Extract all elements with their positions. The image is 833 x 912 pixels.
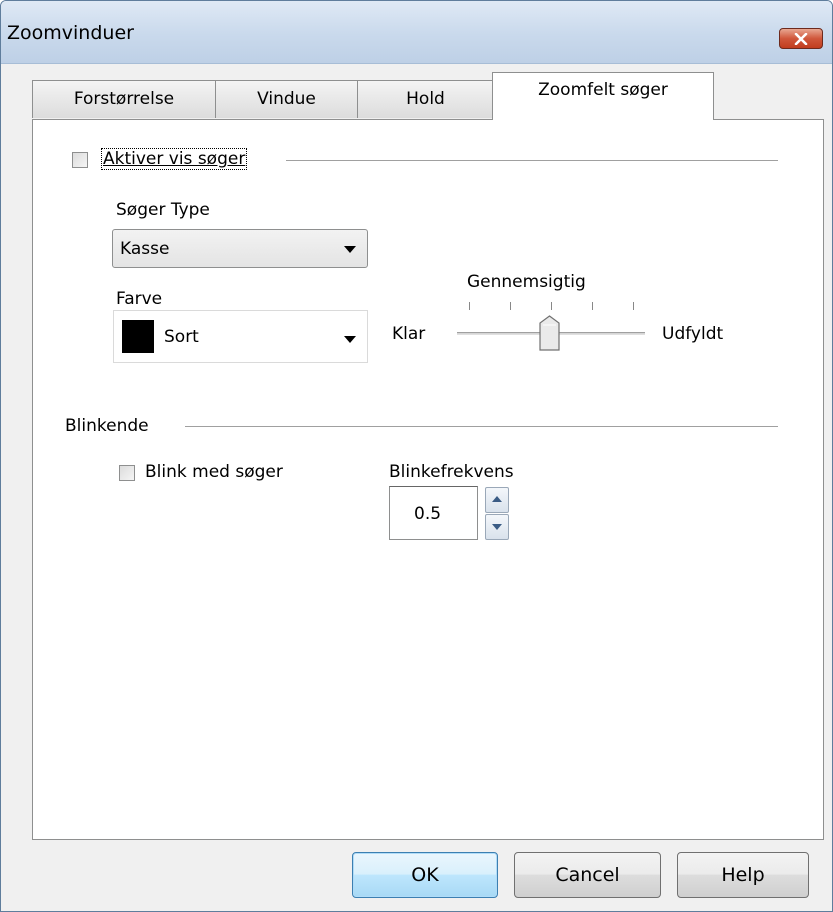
- arrow-up-icon: [492, 496, 502, 502]
- enable-locator-label[interactable]: Aktiver vis søger: [101, 148, 248, 170]
- color-swatch: [122, 320, 154, 353]
- blink-label[interactable]: Blink med søger: [145, 462, 283, 482]
- tab-hold[interactable]: Hold: [357, 80, 494, 118]
- transparency-slider-thumb[interactable]: [539, 315, 560, 351]
- blink-checkbox[interactable]: [119, 465, 135, 481]
- blinking-section-label: Blinkende: [65, 416, 149, 436]
- locator-type-label: Søger Type: [116, 200, 210, 220]
- ok-button[interactable]: OK: [352, 852, 498, 898]
- tab-zoomfelt-soger[interactable]: Zoomfelt søger: [492, 72, 714, 120]
- tab-forstorrelse[interactable]: Forstørrelse: [32, 80, 216, 118]
- slider-tick: [633, 302, 634, 310]
- tab-vindue[interactable]: Vindue: [215, 80, 358, 118]
- locator-type-dropdown[interactable]: Kasse: [112, 229, 368, 268]
- slider-min-label: Klar: [392, 324, 426, 344]
- frequency-value: 0.5: [414, 504, 442, 524]
- arrow-down-icon: [492, 524, 502, 530]
- chevron-down-icon: [344, 336, 356, 343]
- locator-type-value: Kasse: [120, 239, 170, 259]
- color-dropdown[interactable]: Sort: [113, 310, 368, 363]
- slider-tick: [469, 302, 470, 310]
- divider: [286, 160, 778, 161]
- divider: [185, 426, 778, 427]
- help-button[interactable]: Help: [677, 852, 809, 898]
- tab-label: Hold: [406, 89, 445, 109]
- close-button[interactable]: [779, 28, 823, 49]
- color-value: Sort: [164, 327, 199, 347]
- frequency-up-button[interactable]: [485, 487, 509, 513]
- cancel-button[interactable]: Cancel: [514, 852, 661, 898]
- window-title: Zoomvinduer: [7, 22, 134, 44]
- slider-tick: [510, 302, 511, 310]
- tab-label: Vindue: [257, 89, 316, 109]
- frequency-down-button[interactable]: [485, 514, 509, 540]
- slider-max-label: Udfyldt: [662, 324, 724, 344]
- slider-tick: [551, 302, 552, 310]
- tab-label: Forstørrelse: [73, 89, 175, 109]
- slider-tick: [592, 302, 593, 310]
- frequency-label: Blinkefrekvens: [389, 462, 514, 482]
- tab-label: Zoomfelt søger: [538, 80, 668, 100]
- title-bar[interactable]: Zoomvinduer: [1, 1, 832, 64]
- enable-locator-checkbox[interactable]: [72, 152, 88, 168]
- frequency-input[interactable]: 0.5: [389, 486, 478, 540]
- color-label: Farve: [116, 289, 163, 309]
- transparency-label: Gennemsigtig: [467, 272, 586, 292]
- close-icon: [794, 32, 808, 45]
- chevron-down-icon: [344, 246, 356, 253]
